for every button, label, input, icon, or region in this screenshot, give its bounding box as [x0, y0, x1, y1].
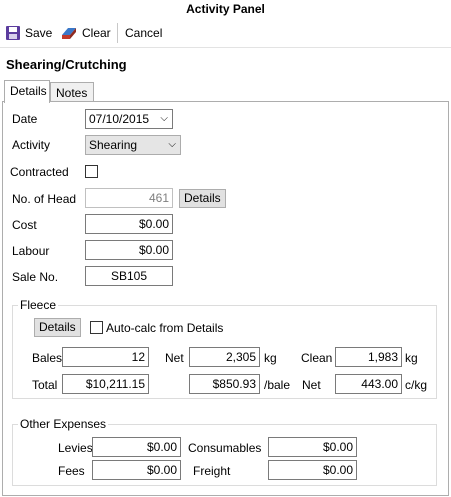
- per-bale-field[interactable]: $850.93: [189, 374, 260, 394]
- toolbar-separator: [117, 23, 118, 43]
- fleece-details-button[interactable]: Details: [34, 318, 81, 337]
- clean-label: Clean: [301, 351, 333, 365]
- activity-select[interactable]: Shearing ⌵: [85, 135, 181, 155]
- date-value: 07/10/2015: [89, 112, 150, 126]
- labour-field[interactable]: $0.00: [85, 240, 173, 260]
- net-unit: kg: [264, 351, 277, 365]
- bales-field[interactable]: 12: [62, 347, 149, 367]
- fees-label: Fees: [58, 464, 85, 478]
- sale-label: Sale No.: [12, 270, 59, 284]
- consumables-field[interactable]: $0.00: [268, 437, 357, 457]
- clear-button[interactable]: Clear: [60, 24, 111, 42]
- per-bale-unit: /bale: [264, 378, 291, 392]
- other-expenses-title: Other Expenses: [18, 417, 109, 431]
- head-count-field[interactable]: 461: [85, 188, 173, 208]
- clean-weight-field[interactable]: 1,983: [335, 347, 402, 367]
- head-label: No. of Head: [12, 192, 77, 206]
- net-label: Net: [165, 351, 184, 365]
- total-field[interactable]: $10,211.15: [62, 374, 149, 394]
- save-icon: [6, 26, 20, 40]
- save-label: Save: [25, 26, 53, 40]
- activity-value: Shearing: [89, 138, 138, 152]
- clear-label: Clear: [82, 26, 111, 40]
- net-rate-unit: c/kg: [405, 378, 428, 392]
- page-title: Shearing/Crutching: [6, 57, 127, 72]
- clean-unit: kg: [405, 351, 418, 365]
- toolbar-divider: [0, 47, 451, 48]
- window-title: Activity Panel: [186, 2, 265, 16]
- save-button[interactable]: Save: [5, 24, 52, 42]
- date-label: Date: [12, 112, 38, 126]
- levies-label: Levies: [58, 441, 93, 455]
- bales-label: Bales: [32, 351, 63, 365]
- contracted-label: Contracted: [10, 165, 69, 179]
- autocalc-label: Auto-calc from Details: [106, 321, 224, 335]
- cancel-button[interactable]: Cancel: [125, 24, 162, 42]
- tab-details-label: Details: [10, 84, 47, 98]
- total-label: Total: [32, 378, 58, 392]
- sale-number-field[interactable]: SB105: [85, 266, 173, 286]
- contracted-checkbox[interactable]: [85, 165, 98, 178]
- autocalc-checkbox[interactable]: [90, 321, 103, 334]
- chevron-down-icon: ⌵: [160, 113, 168, 124]
- cost-field[interactable]: $0.00: [85, 214, 173, 234]
- freight-label: Freight: [193, 464, 231, 478]
- fleece-group-title: Fleece: [18, 298, 59, 312]
- labour-label: Labour: [12, 244, 50, 258]
- tab-notes-label: Notes: [56, 86, 88, 100]
- cost-label: Cost: [12, 218, 37, 232]
- levies-field[interactable]: $0.00: [92, 437, 181, 457]
- date-picker[interactable]: 07/10/2015 ⌵: [85, 109, 173, 129]
- net-weight-field[interactable]: 2,305: [189, 347, 260, 367]
- fees-field[interactable]: $0.00: [92, 460, 181, 480]
- cancel-label: Cancel: [125, 26, 163, 40]
- eraser-icon: [62, 28, 76, 39]
- tab-details[interactable]: Details: [4, 80, 50, 103]
- tab-notes[interactable]: Notes: [50, 82, 94, 103]
- net-rate-field[interactable]: 443.00: [335, 374, 402, 394]
- consumables-label: Consumables: [188, 441, 262, 455]
- toolbar: Save Clear Cancel: [0, 20, 451, 46]
- net-rate-label: Net: [302, 378, 321, 392]
- freight-field[interactable]: $0.00: [268, 460, 357, 480]
- chevron-down-icon: ⌵: [168, 139, 176, 150]
- head-details-button[interactable]: Details: [179, 189, 226, 208]
- activity-label: Activity: [12, 138, 51, 152]
